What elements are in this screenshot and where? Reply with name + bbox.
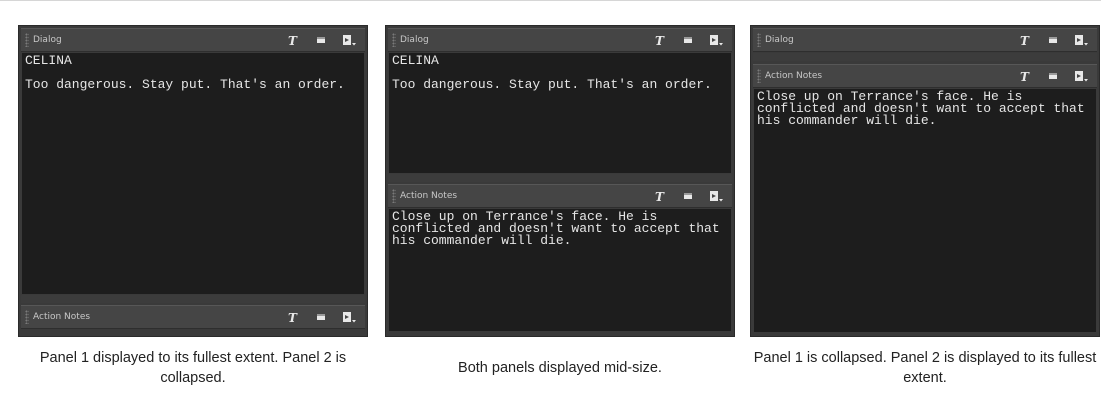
action-notes-panel-title: Action Notes bbox=[400, 191, 458, 201]
dialog-character-name: CELINA bbox=[392, 53, 439, 68]
dialog-panel-title: Dialog bbox=[33, 35, 62, 45]
svg-text:T: T bbox=[288, 34, 298, 47]
text-format-icon[interactable]: T bbox=[1017, 33, 1033, 47]
action-notes-panel-header[interactable]: Action Notes T bbox=[753, 64, 1097, 88]
panel-menu-icon[interactable] bbox=[1073, 33, 1089, 47]
panel-divider[interactable] bbox=[753, 53, 1097, 61]
panel-icon[interactable] bbox=[680, 33, 696, 47]
panel-menu-icon[interactable] bbox=[1073, 69, 1089, 83]
svg-text:T: T bbox=[655, 34, 665, 47]
action-notes-panel-header[interactable]: Action Notes T bbox=[21, 305, 365, 329]
dialog-text: Too dangerous. Stay put. That's an order… bbox=[392, 77, 712, 92]
action-notes-panel-title: Action Notes bbox=[33, 312, 91, 322]
text-format-icon[interactable]: T bbox=[652, 189, 668, 203]
screenshot-mid-size: Dialog T CELINA Too dangerous. Stay put.… bbox=[385, 25, 735, 337]
caption-example-3: Panel 1 is collapsed. Panel 2 is display… bbox=[753, 350, 1097, 386]
action-notes-text: Close up on Terrance's face. He is confl… bbox=[757, 89, 1093, 128]
panel-icon[interactable] bbox=[313, 33, 329, 47]
action-notes-panel-title: Action Notes bbox=[765, 71, 823, 81]
text-format-icon[interactable]: T bbox=[652, 33, 668, 47]
panel-icon[interactable] bbox=[313, 310, 329, 324]
caption-example-2: Both panels displayed mid-size. bbox=[458, 360, 662, 376]
panel-divider[interactable] bbox=[21, 295, 365, 303]
example-fullest-panel2: Dialog T Action Notes T Close up on Terr… bbox=[750, 0, 1100, 405]
svg-text:T: T bbox=[655, 190, 665, 203]
screenshot-panel1-full: Dialog T CELINA Too dangerous. Stay put.… bbox=[18, 25, 368, 337]
panel-menu-icon[interactable] bbox=[341, 310, 357, 324]
panel-menu-icon[interactable] bbox=[708, 33, 724, 47]
dialog-panel-title: Dialog bbox=[765, 35, 794, 45]
panel-menu-icon[interactable] bbox=[341, 33, 357, 47]
caption-example-1: Panel 1 displayed to its fullest extent.… bbox=[39, 350, 347, 386]
drag-grip-icon[interactable] bbox=[757, 69, 761, 83]
drag-grip-icon[interactable] bbox=[392, 33, 396, 47]
panel-icon[interactable] bbox=[1045, 69, 1061, 83]
action-notes-text: Close up on Terrance's face. He is confl… bbox=[392, 209, 728, 248]
action-notes-text-area[interactable]: Close up on Terrance's face. He is confl… bbox=[389, 209, 731, 331]
dialog-panel-header[interactable]: Dialog T bbox=[21, 28, 365, 52]
drag-grip-icon[interactable] bbox=[757, 33, 761, 47]
text-format-icon[interactable]: T bbox=[285, 33, 301, 47]
dialog-text: Too dangerous. Stay put. That's an order… bbox=[25, 77, 345, 92]
svg-text:T: T bbox=[1020, 70, 1030, 83]
text-format-icon[interactable]: T bbox=[1017, 69, 1033, 83]
drag-grip-icon[interactable] bbox=[25, 33, 29, 47]
action-notes-panel-header[interactable]: Action Notes T bbox=[388, 184, 732, 208]
dialog-text-area[interactable]: CELINA Too dangerous. Stay put. That's a… bbox=[22, 53, 364, 294]
action-notes-text-area[interactable]: Close up on Terrance's face. He is confl… bbox=[754, 89, 1096, 332]
dialog-text-area[interactable]: CELINA Too dangerous. Stay put. That's a… bbox=[389, 53, 731, 173]
dialog-panel-title: Dialog bbox=[400, 35, 429, 45]
panel-menu-icon[interactable] bbox=[708, 189, 724, 203]
svg-text:T: T bbox=[288, 311, 298, 324]
drag-grip-icon[interactable] bbox=[25, 310, 29, 324]
drag-grip-icon[interactable] bbox=[392, 189, 396, 203]
screenshot-panel2-full: Dialog T Action Notes T Close up on Terr… bbox=[750, 25, 1100, 337]
dialog-panel-header[interactable]: Dialog T bbox=[388, 28, 732, 52]
panel-icon[interactable] bbox=[680, 189, 696, 203]
dialog-panel-header[interactable]: Dialog T bbox=[753, 28, 1097, 52]
text-format-icon[interactable]: T bbox=[285, 310, 301, 324]
svg-text:T: T bbox=[1020, 34, 1030, 47]
panel-icon[interactable] bbox=[1045, 33, 1061, 47]
example-mid-size: Dialog T CELINA Too dangerous. Stay put.… bbox=[385, 0, 735, 405]
dialog-character-name: CELINA bbox=[25, 53, 72, 68]
panel-divider[interactable] bbox=[388, 174, 732, 182]
example-fullest-panel1: Dialog T CELINA Too dangerous. Stay put.… bbox=[18, 0, 368, 405]
